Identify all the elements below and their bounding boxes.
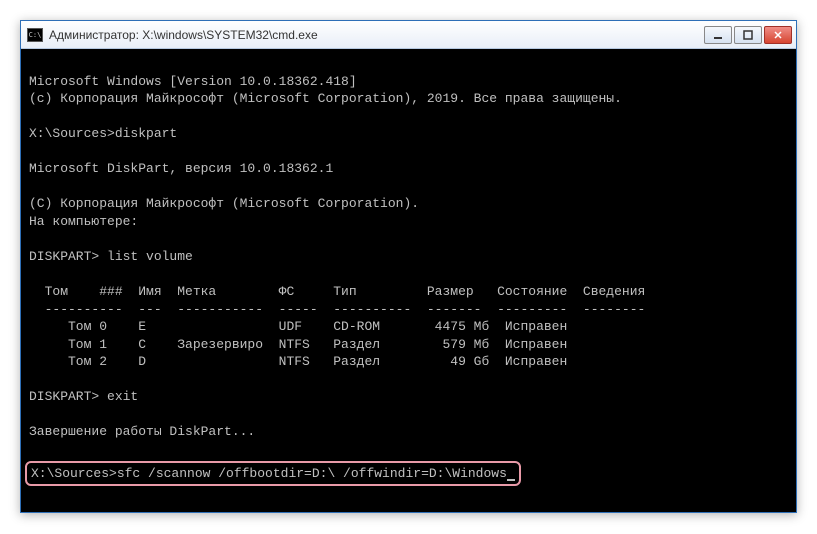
window-controls (704, 26, 792, 44)
output-line: (c) Корпорация Майкрософт (Microsoft Cor… (29, 91, 622, 106)
close-button[interactable] (764, 26, 792, 44)
output-line: (C) Корпорация Майкрософт (Microsoft Cor… (29, 196, 419, 211)
table-row: Том 1 C Зарезервиро NTFS Раздел 579 Мб И… (29, 337, 567, 352)
maximize-icon (743, 30, 753, 40)
output-line: Microsoft Windows [Version 10.0.18362.41… (29, 74, 357, 89)
output-line: Microsoft DiskPart, версия 10.0.18362.1 (29, 161, 333, 176)
close-icon (773, 30, 783, 40)
cursor (507, 479, 515, 481)
cmd-window: C:\ Администратор: X:\windows\SYSTEM32\c… (20, 20, 797, 513)
output-line: На компьютере: (29, 214, 138, 229)
prompt-line: DISKPART> list volume (29, 249, 193, 264)
window-title: Администратор: X:\windows\SYSTEM32\cmd.e… (49, 28, 704, 42)
table-row: Том 2 D NTFS Раздел 49 Gб Исправен (29, 354, 567, 369)
minimize-icon (713, 30, 723, 40)
output-line: Завершение работы DiskPart... (29, 424, 255, 439)
maximize-button[interactable] (734, 26, 762, 44)
minimize-button[interactable] (704, 26, 732, 44)
titlebar[interactable]: C:\ Администратор: X:\windows\SYSTEM32\c… (21, 21, 796, 49)
terminal-area[interactable]: Microsoft Windows [Version 10.0.18362.41… (21, 49, 796, 512)
table-separator: ---------- --- ----------- ----- -------… (29, 302, 645, 317)
cmd-icon: C:\ (27, 28, 43, 42)
table-row: Том 0 E UDF CD-ROM 4475 Мб Исправен (29, 319, 567, 334)
prompt-line: X:\Sources>diskpart (29, 126, 177, 141)
prompt-line: DISKPART> exit (29, 389, 138, 404)
table-header: Том ### Имя Метка ФС Тип Размер Состояни… (29, 284, 645, 299)
highlighted-command: X:\Sources>sfc /scannow /offbootdir=D:\ … (25, 461, 521, 487)
current-prompt: X:\Sources>sfc /scannow /offbootdir=D:\ … (31, 466, 507, 481)
